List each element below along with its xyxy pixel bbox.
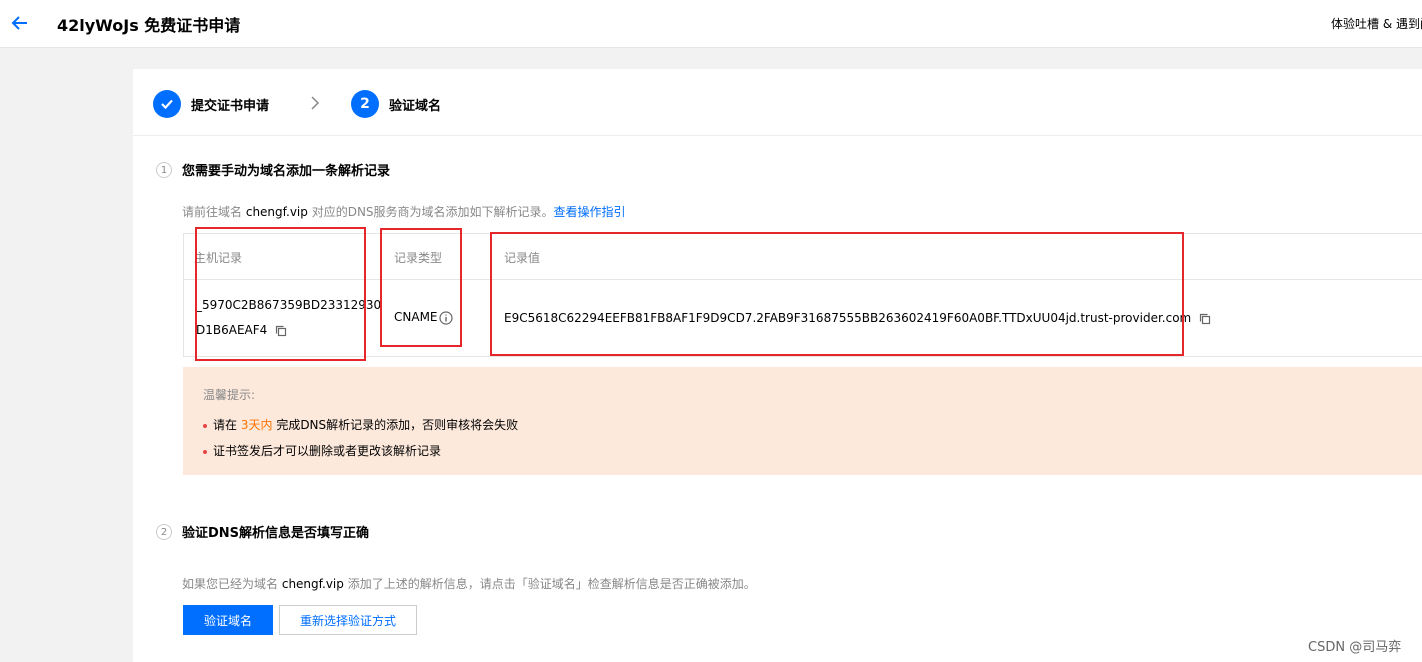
section-title: 验证DNS解析信息是否填写正确 [182, 526, 370, 541]
section-title: 您需要手动为域名添加一条解析记录 [182, 164, 391, 179]
step-label: 验证域名 [389, 98, 442, 114]
deadline-highlight: 3天内 [240, 418, 273, 432]
tip-item-delete: 证书签发后才可以删除或者更改该解析记录 [203, 442, 441, 459]
chevron-right-icon [311, 96, 320, 110]
highlight-box-host [195, 227, 366, 361]
bullet-icon [203, 449, 207, 454]
domain-name: chengf.vip [281, 577, 344, 591]
verify-domain-button[interactable]: 验证域名 [183, 605, 273, 635]
step-number: 2 [351, 90, 379, 118]
bullet-icon [203, 423, 207, 428]
section-hint: 请前往域名 chengf.vip 对应的DNS服务商为域名添加如下解析记录。查看… [182, 205, 626, 219]
section-hint: 如果您已经为域名 chengf.vip 添加了上述的解析信息，请点击「验证域名」… [182, 577, 756, 591]
tip-item-deadline: 请在 3天内 完成DNS解析记录的添加，否则审核将会失败 [203, 416, 518, 433]
step-submit: 提交证书申请 [153, 90, 269, 118]
domain-name: chengf.vip [245, 205, 308, 219]
step-label: 提交证书申请 [191, 98, 270, 114]
highlight-box-value [490, 232, 1184, 356]
step-verify-domain: 2 验证域名 [351, 90, 441, 118]
top-bar: 42lyWoJs 免费证书申请 体验吐槽 & 遇到问 [0, 0, 1422, 48]
highlight-box-type [380, 228, 462, 347]
back-arrow-icon[interactable] [10, 13, 30, 33]
tips-title: 温馨提示: [203, 388, 256, 402]
section-number: 1 [156, 162, 172, 178]
check-icon [153, 90, 181, 118]
section-number: 2 [156, 524, 172, 540]
watermark: CSDN @司马弈 [1308, 640, 1402, 655]
reselect-method-button[interactable]: 重新选择验证方式 [279, 605, 417, 635]
feedback-link[interactable]: 体验吐槽 & 遇到问 [1331, 15, 1422, 32]
copy-icon[interactable] [1199, 313, 1211, 325]
guide-link[interactable]: 查看操作指引 [554, 205, 626, 219]
main-card: 提交证书申请 2 验证域名 1 您需要手动为域名添加一条解析记录 请前往域名 c… [133, 69, 1422, 662]
page-title: 42lyWoJs 免费证书申请 [57, 16, 241, 35]
warm-tips-panel: 温馨提示: 请在 3天内 完成DNS解析记录的添加，否则审核将会失败 证书签发后… [183, 367, 1422, 475]
step-indicator: 提交证书申请 2 验证域名 [133, 69, 1422, 136]
